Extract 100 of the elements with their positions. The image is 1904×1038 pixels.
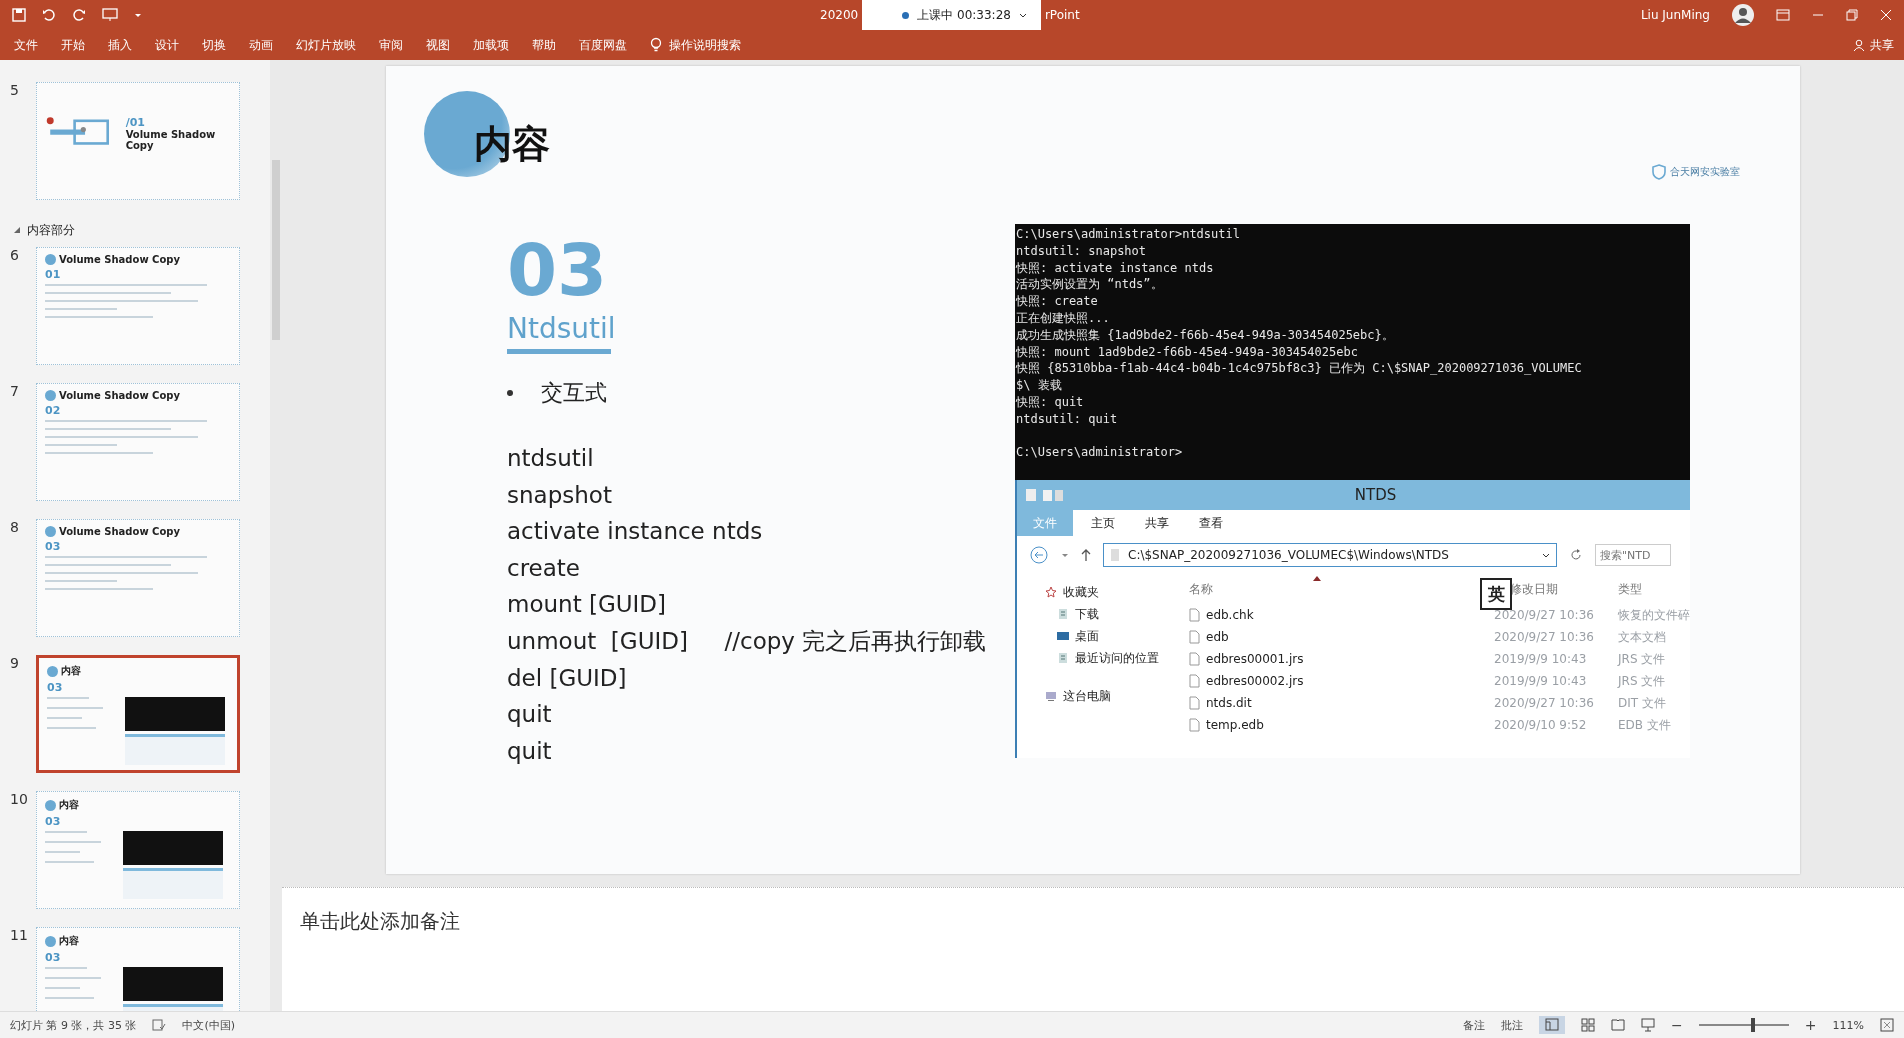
file-date: 2019/9/9 10:43	[1494, 652, 1588, 666]
explorer-tab[interactable]: 共享	[1133, 510, 1181, 536]
explorer-tab[interactable]: 查看	[1187, 510, 1235, 536]
slideshow-icon[interactable]	[102, 8, 118, 22]
refresh-icon[interactable]	[1569, 548, 1583, 562]
file-icon	[1189, 608, 1200, 622]
search-field[interactable]: 搜索"NTD	[1595, 544, 1671, 566]
ribbon-tab[interactable]: 幻灯片放映	[296, 36, 356, 54]
normal-view-icon[interactable]	[1539, 1016, 1566, 1034]
slide-thumbnail[interactable]: 内容 03	[36, 791, 240, 909]
slide-thumbnail[interactable]: Volume Shadow Copy 02	[36, 383, 240, 501]
column-header[interactable]: 名称	[1189, 580, 1464, 598]
document-icon	[1057, 652, 1069, 664]
nav-label[interactable]: 桌面	[1075, 627, 1099, 645]
circle-icon	[45, 935, 56, 947]
grid-view-icon[interactable]	[1581, 1018, 1596, 1032]
file-date: 2020/9/27 10:36	[1494, 608, 1595, 622]
ribbon-tab[interactable]: 设计	[155, 36, 179, 54]
share-button[interactable]: 共享	[1870, 36, 1894, 54]
slide-thumbnail[interactable]: /01 Volume Shadow Copy	[36, 82, 240, 200]
terminal-line: 快照: mount 1ad9bde2-f66b-45e4-949a-303454025ebc	[1016, 343, 1359, 361]
dropdown-icon[interactable]	[1061, 551, 1069, 559]
file-name[interactable]: edb.chk	[1206, 608, 1254, 622]
notes-pane[interactable]: 单击此处添加备注	[282, 887, 1904, 1011]
terminal-line: 快照 {85310bba-f1ab-44c4-b04b-1c4c975bf8c3} 已作为 C:\$SNAP_202009271036_VOLUMEC	[1016, 360, 1583, 378]
nav-label[interactable]: 收藏夹	[1063, 583, 1099, 601]
ime-indicator: 英	[1480, 578, 1512, 610]
zoom-out-button[interactable]: −	[1671, 1017, 1683, 1033]
terminal-line: 成功生成快照集 {1ad9bde2-f66b-45e4-949a-303454025ebc}。	[1016, 326, 1395, 344]
zoom-slider[interactable]	[1750, 1018, 1755, 1032]
presenter-icon[interactable]	[1641, 1018, 1656, 1032]
notes-placeholder[interactable]: 单击此处添加备注	[300, 909, 460, 933]
file-name[interactable]: ntds.dit	[1206, 696, 1252, 710]
undo-icon[interactable]	[42, 8, 56, 22]
section-title[interactable]: 内容部分	[27, 222, 75, 239]
slide-thumbnail[interactable]: Volume Shadow Copy 01	[36, 247, 240, 365]
slide-number: 8	[10, 519, 20, 537]
caret-icon[interactable]	[1542, 551, 1550, 559]
address-field[interactable]: C:\$SNAP_202009271036_VOLUMEC$\Windows\NTDS	[1103, 543, 1557, 567]
slide-thumbnail[interactable]: 内容 03	[36, 655, 240, 773]
file-name[interactable]: temp.edb	[1206, 718, 1264, 732]
tell-me-search[interactable]: 操作说明搜索	[669, 36, 741, 54]
command-line: quit	[507, 700, 553, 730]
terminal-line: ntdsutil: quit	[1016, 410, 1119, 428]
ribbon-tab[interactable]: 插入	[108, 36, 132, 54]
thumbnail-index: 03	[47, 681, 64, 694]
spellcheck-icon[interactable]	[152, 1019, 167, 1031]
thumbnail-index: 01	[45, 268, 62, 281]
save-icon[interactable]	[12, 8, 26, 22]
nav-label[interactable]: 最近访问的位置	[1075, 649, 1159, 667]
ribbon-tab[interactable]: 加载项	[473, 36, 509, 54]
nav-label[interactable]: 下载	[1075, 605, 1099, 623]
slide-number: 5	[10, 82, 20, 100]
restore-icon[interactable]	[1846, 9, 1858, 21]
ribbon-tab[interactable]: 动画	[249, 36, 273, 54]
ribbon-tab[interactable]: 开始	[61, 36, 85, 54]
terminal-line: C:\Users\administrator>ntdsutil	[1016, 226, 1241, 243]
ribbon-tab[interactable]: 百度网盘	[579, 36, 627, 54]
column-header[interactable]: 类型	[1618, 580, 1690, 598]
file-name[interactable]: edbres00002.jrs	[1206, 674, 1304, 688]
nav-label[interactable]: 这台电脑	[1063, 687, 1111, 705]
ribbon-tab[interactable]: 文件	[14, 36, 38, 54]
slide-thumbnail[interactable]: Volume Shadow Copy 03	[36, 519, 240, 637]
file-name[interactable]: edb	[1206, 630, 1229, 644]
terminal-line: C:\Users\administrator>	[1016, 444, 1184, 462]
explorer-tab[interactable]: 主页	[1079, 510, 1127, 536]
close-icon[interactable]	[1880, 9, 1892, 21]
window-title: rPoint	[1044, 8, 1080, 22]
up-arrow-icon[interactable]	[1081, 548, 1091, 562]
file-icon	[1189, 652, 1200, 666]
ribbon-tab[interactable]: 切换	[202, 36, 226, 54]
circle-icon	[45, 254, 56, 265]
bullet-icon	[507, 390, 513, 396]
ribbon-display-icon[interactable]	[1776, 9, 1790, 21]
command-line: del [GUID]	[507, 663, 628, 693]
back-icon[interactable]	[1029, 545, 1049, 565]
avatar-icon[interactable]	[1732, 4, 1754, 26]
terminal-line: 正在创建快照...	[1016, 310, 1111, 327]
slide-thumbnail[interactable]: 内容 03	[36, 927, 240, 1011]
redo-icon[interactable]	[72, 8, 86, 22]
comments-button[interactable]: 批注	[1501, 1017, 1524, 1033]
file-type: DIT 文件	[1618, 694, 1667, 712]
zoom-level[interactable]: 111%	[1832, 1018, 1864, 1032]
ribbon-tab[interactable]: 审阅	[379, 36, 403, 54]
caret-icon[interactable]	[134, 11, 142, 19]
slide-number: 7	[10, 383, 20, 401]
ribbon-tab[interactable]: 帮助	[532, 36, 556, 54]
zoom-in-button[interactable]: +	[1804, 1017, 1817, 1033]
language-indicator[interactable]: 中文(中国)	[182, 1017, 236, 1033]
lightbulb-icon[interactable]	[650, 37, 662, 53]
recording-badge[interactable]: 上课中 00:33:28	[862, 0, 1041, 30]
circle-icon	[47, 665, 58, 677]
file-name[interactable]: edbres00001.jrs	[1206, 652, 1304, 666]
fit-icon[interactable]	[1880, 1018, 1894, 1032]
notes-button[interactable]: 备注	[1463, 1017, 1486, 1033]
reading-view-icon[interactable]	[1611, 1018, 1626, 1032]
ribbon-tab[interactable]: 视图	[426, 36, 450, 54]
person-icon[interactable]	[1853, 39, 1865, 51]
collapse-icon[interactable]	[14, 227, 21, 234]
scrollbar[interactable]	[270, 60, 282, 1011]
